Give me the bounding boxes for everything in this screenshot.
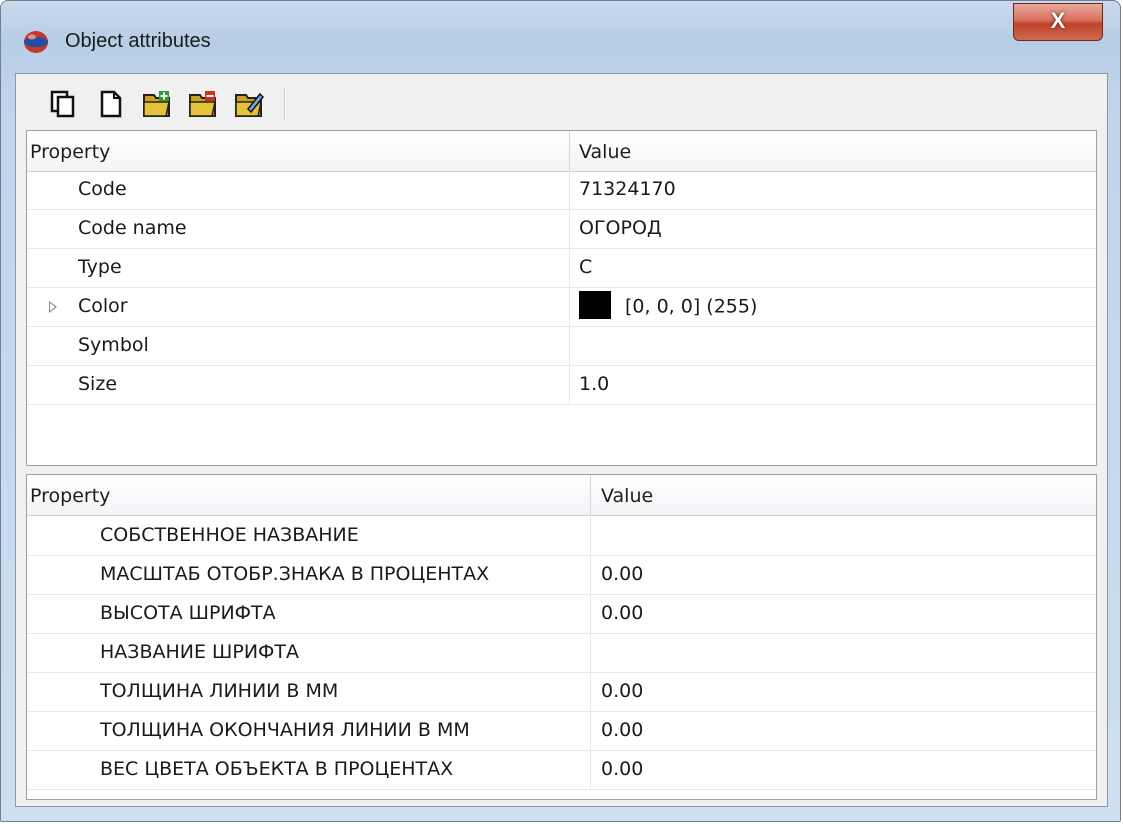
attribute-row[interactable]: ВЫСОТА ШРИФТА 0.00: [27, 595, 1096, 634]
properties-grid: Property Value Code 71324170 Code name О…: [26, 130, 1097, 466]
folder-remove-icon[interactable]: [188, 89, 218, 119]
folder-add-icon[interactable]: [142, 89, 172, 119]
toolbar: [16, 74, 1107, 130]
attribute-name: ВЕС ЦВЕТА ОБЪЕКТА В ПРОЦЕНТАХ: [100, 758, 454, 780]
attribute-row[interactable]: ВЕС ЦВЕТА ОБЪЕКТА В ПРОЦЕНТАХ 0.00: [27, 751, 1096, 790]
properties-grid-header: Property Value: [27, 131, 1096, 172]
property-value[interactable]: 1.0: [579, 373, 609, 395]
attributes-grid: Property Value СОБСТВЕННОЕ НАЗВАНИЕ МАСШ…: [26, 474, 1097, 800]
attribute-row[interactable]: ТОЛЩИНА ЛИНИИ В ММ 0.00: [27, 673, 1096, 712]
close-icon: X: [1050, 8, 1066, 33]
property-name: Color: [78, 295, 128, 317]
app-icon: [24, 31, 48, 53]
attribute-name: СОБСТВЕННОЕ НАЗВАНИЕ: [100, 524, 359, 546]
toolbar-separator: [284, 88, 286, 120]
property-row-code-name[interactable]: Code name ОГОРОД: [27, 210, 1096, 249]
property-value[interactable]: C: [579, 256, 592, 278]
dialog-client-area: Property Value Code 71324170 Code name О…: [15, 73, 1108, 807]
close-button[interactable]: X: [1013, 3, 1103, 41]
expand-arrow-icon[interactable]: [49, 301, 57, 313]
title-bar[interactable]: Object attributes X: [1, 1, 1120, 73]
column-divider[interactable]: [569, 131, 570, 171]
color-value-text: [0, 0, 0] (255): [625, 295, 758, 318]
attribute-row[interactable]: СОБСТВЕННОЕ НАЗВАНИЕ: [27, 517, 1096, 556]
attribute-value[interactable]: 0.00: [601, 719, 643, 741]
property-value[interactable]: [0, 0, 0] (255): [579, 291, 758, 319]
color-swatch: [579, 291, 611, 319]
property-row-code[interactable]: Code 71324170: [27, 171, 1096, 210]
attribute-row[interactable]: ТОЛЩИНА ОКОНЧАНИЯ ЛИНИИ В ММ 0.00: [27, 712, 1096, 751]
property-name: Type: [78, 256, 122, 278]
attribute-name: МАСШТАБ ОТОБР.ЗНАКА В ПРОЦЕНТАХ: [100, 563, 490, 585]
property-row-color[interactable]: Color [0, 0, 0] (255): [27, 288, 1096, 327]
object-attributes-window: Object attributes X Property Value Code …: [0, 0, 1121, 822]
new-document-icon[interactable]: [96, 89, 126, 119]
attribute-name: ТОЛЩИНА ОКОНЧАНИЯ ЛИНИИ В ММ: [100, 719, 470, 741]
attribute-value[interactable]: 0.00: [601, 602, 643, 624]
value-column-header[interactable]: Value: [601, 485, 653, 507]
copy-icon[interactable]: [48, 89, 78, 119]
property-value[interactable]: 71324170: [579, 178, 676, 200]
attribute-value[interactable]: 0.00: [601, 680, 643, 702]
property-row-type[interactable]: Type C: [27, 249, 1096, 288]
column-divider[interactable]: [590, 475, 591, 515]
attribute-value[interactable]: 0.00: [601, 758, 643, 780]
attributes-grid-header: Property Value: [27, 475, 1096, 516]
value-column-header[interactable]: Value: [579, 141, 631, 163]
property-column-header[interactable]: Property: [30, 485, 110, 507]
attribute-name: ТОЛЩИНА ЛИНИИ В ММ: [100, 680, 339, 702]
property-column-header[interactable]: Property: [30, 141, 110, 163]
attribute-name: НАЗВАНИЕ ШРИФТА: [100, 641, 299, 663]
property-name: Symbol: [78, 334, 149, 356]
property-row-size[interactable]: Size 1.0: [27, 366, 1096, 405]
attribute-name: ВЫСОТА ШРИФТА: [100, 602, 276, 624]
window-title: Object attributes: [65, 30, 211, 52]
attribute-row[interactable]: НАЗВАНИЕ ШРИФТА: [27, 634, 1096, 673]
attribute-value[interactable]: 0.00: [601, 563, 643, 585]
property-row-symbol[interactable]: Symbol: [27, 327, 1096, 366]
property-value[interactable]: ОГОРОД: [579, 217, 662, 239]
attribute-row[interactable]: МАСШТАБ ОТОБР.ЗНАКА В ПРОЦЕНТАХ 0.00: [27, 556, 1096, 595]
property-name: Code: [78, 178, 127, 200]
property-name: Code name: [78, 217, 187, 239]
folder-edit-icon[interactable]: [234, 89, 264, 119]
property-name: Size: [78, 373, 118, 395]
